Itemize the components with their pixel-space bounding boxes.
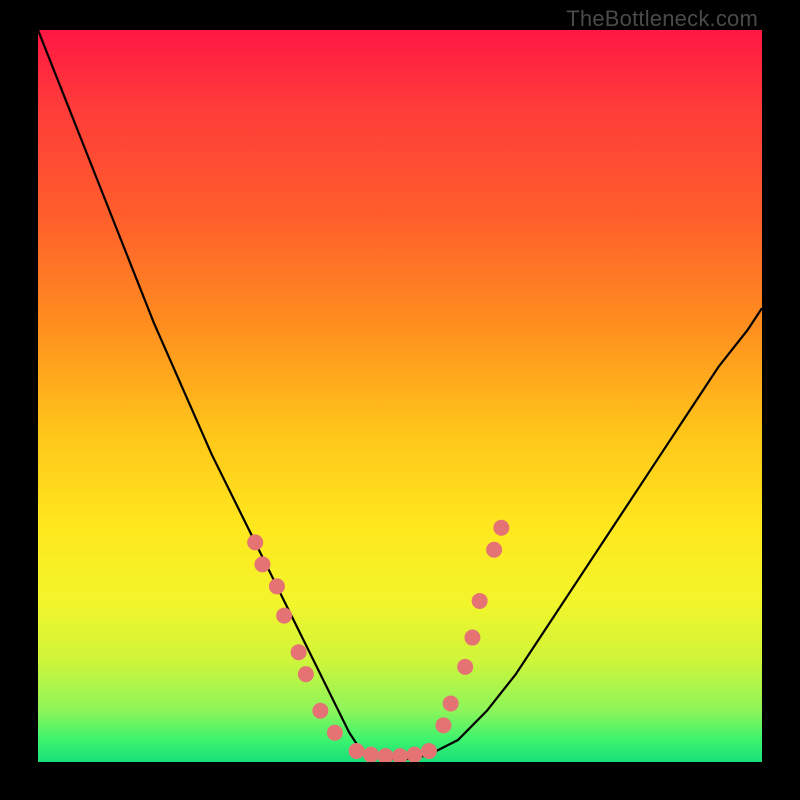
watermark-text: TheBottleneck.com <box>566 6 758 32</box>
data-point <box>378 748 394 762</box>
data-point <box>464 630 480 646</box>
data-point <box>435 717 451 733</box>
data-point <box>349 743 365 759</box>
data-point <box>269 578 285 594</box>
data-point <box>457 659 473 675</box>
data-point <box>247 534 263 550</box>
scatter-dots <box>247 520 509 762</box>
plot-area <box>38 30 762 762</box>
bottleneck-curve <box>38 30 762 760</box>
data-point <box>276 608 292 624</box>
data-point <box>254 556 270 572</box>
data-point <box>312 703 328 719</box>
data-point <box>486 542 502 558</box>
chart-frame: TheBottleneck.com <box>0 0 800 800</box>
data-point <box>493 520 509 536</box>
data-point <box>443 695 459 711</box>
data-point <box>392 748 408 762</box>
data-point <box>406 747 422 762</box>
data-point <box>327 725 343 741</box>
data-point <box>291 644 307 660</box>
chart-svg <box>38 30 762 762</box>
data-point <box>472 593 488 609</box>
data-point <box>298 666 314 682</box>
data-point <box>363 747 379 762</box>
data-point <box>421 743 437 759</box>
